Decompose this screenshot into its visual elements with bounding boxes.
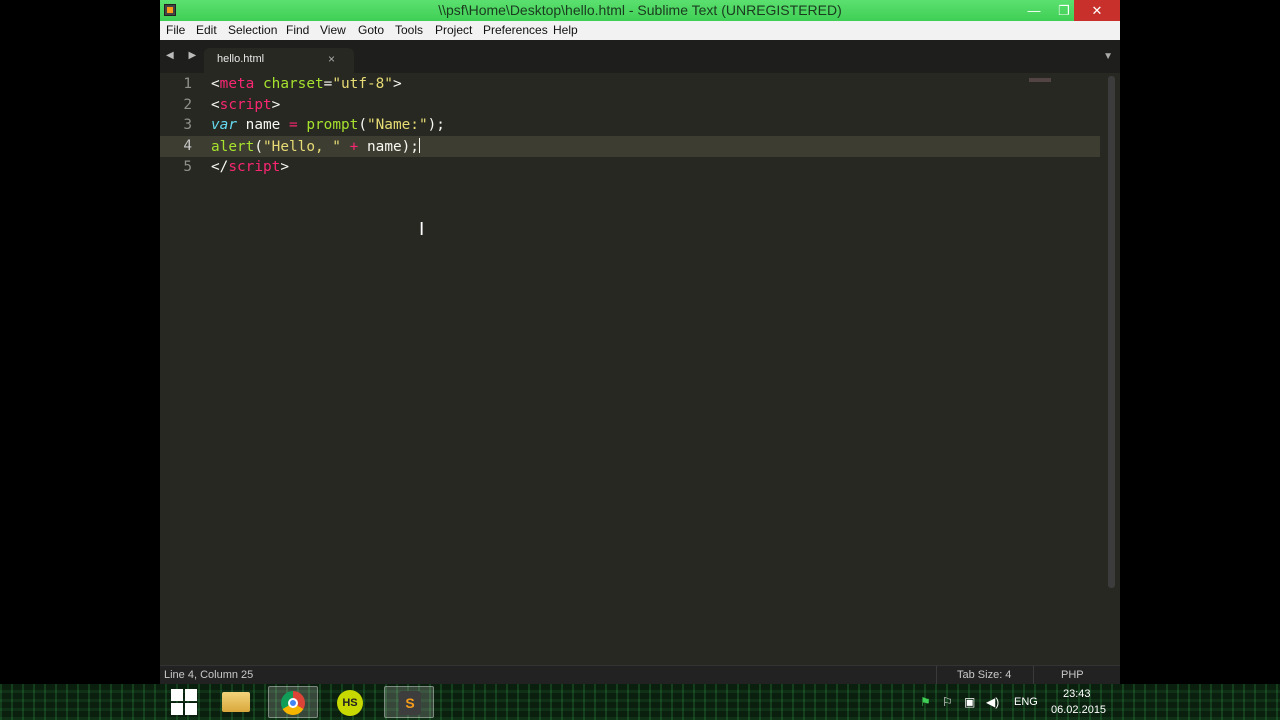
code-text: <meta charset="utf-8"> [211,76,402,92]
code-token: < [211,76,220,92]
tab-menu-arrow-icon[interactable]: ▼ [1103,51,1113,62]
sublime-window: \\psf\Home\Desktop\hello.html - Sublime … [160,0,1120,684]
code-token: < [211,96,220,113]
code-token: > [392,76,402,92]
line-number: 5 [183,158,192,175]
menu-file[interactable]: File [166,23,185,37]
code-token: script [228,158,281,175]
menu-find[interactable]: Find [286,23,309,37]
windows-start-icon[interactable] [170,688,198,716]
menu-project[interactable]: Project [435,23,472,37]
code-token: script [219,96,272,113]
line-highlight [160,95,1100,116]
menu-help[interactable]: Help [553,23,578,37]
code-token: prompt [306,117,359,134]
line-number: 4 [183,138,192,155]
line-number: 3 [183,117,192,134]
code-text: </script> [211,159,289,175]
tab-close-icon[interactable]: × [328,52,335,66]
line-number: 1 [183,76,192,92]
code-token: charset [263,76,324,92]
code-text: <script> [211,97,280,113]
code-line[interactable]: 1 <meta charset="utf-8"> [160,74,1100,95]
code-token: "Hello, " [263,139,341,156]
taskbar-file-explorer[interactable] [211,686,261,718]
chrome-icon [281,691,305,715]
menu-preferences[interactable]: Preferences [483,23,548,37]
ibeam-cursor-icon: I [419,219,425,240]
sublime-text-icon: S [399,691,421,715]
code-line[interactable]: 4 alert("Hello, " + name); [160,136,1100,158]
vertical-scrollbar[interactable] [1108,76,1115,588]
code-line[interactable]: 3 var name = prompt("Name:"); [160,115,1100,136]
code-token: > [271,96,281,113]
clock-time[interactable]: 23:43 [1063,688,1091,700]
code-token: </ [211,158,229,175]
tab-label: hello.html [217,53,265,65]
network-icon[interactable]: ▣ [964,695,975,709]
code-line[interactable]: 5 </script> [160,157,1100,178]
code-editor[interactable]: 1 <meta charset="utf-8"> 2 <script> 3 var nam… [160,73,1120,665]
window-title: \\psf\Home\Desktop\hello.html - Sublime … [438,2,842,18]
line-number: 2 [183,96,192,113]
taskbar-sublime-text[interactable]: S [384,686,434,718]
code-token: "Name:" [366,117,428,134]
code-token: = [288,117,298,134]
tab-hello-html[interactable]: hello.html × [204,48,354,73]
status-bar: Line 4, Column 25 Tab Size: 4 PHP [160,665,1120,684]
title-bar[interactable]: \\psf\Home\Desktop\hello.html - Sublime … [160,0,1120,21]
menu-goto[interactable]: Goto [358,23,384,37]
tab-size-selector[interactable]: Tab Size: 4 [957,669,1011,681]
tab-nav-arrows-icon[interactable]: ◀ ▶ [166,50,202,61]
folder-icon [222,692,250,712]
status-divider [1033,666,1034,684]
code-text: alert("Hello, " + name); [211,138,420,155]
taskbar-chrome[interactable] [268,686,318,718]
menu-view[interactable]: View [320,23,346,37]
code-token: ( [254,139,263,156]
code-token: "utf-8" [332,76,393,92]
code-line[interactable]: 2 <script> [160,95,1100,116]
taskbar: HS S ⚑ ⚐ ▣ ◀) ENG 23:43 06.02.2015 [0,684,1280,720]
syntax-selector[interactable]: PHP [1061,669,1084,681]
cursor-position: Line 4, Column 25 [164,669,254,681]
minimap[interactable] [1029,78,1051,82]
line-highlight [160,157,1100,178]
code-text: var name = prompt("Name:"); [211,117,445,133]
menu-edit[interactable]: Edit [196,23,217,37]
language-indicator[interactable]: ENG [1014,696,1038,708]
code-token: var [211,117,237,134]
menu-tools[interactable]: Tools [395,23,423,37]
text-caret [418,138,420,154]
code-token: alert [211,139,255,156]
action-center-flag-icon[interactable]: ⚐ [942,695,953,709]
tab-bar: ◀ ▶ hello.html × ▼ [160,40,1120,73]
code-token: name [237,117,289,134]
hs-app-icon: HS [337,690,363,716]
code-token: name); [358,139,419,156]
code-token: > [280,158,289,175]
code-token: ); [427,117,445,134]
menu-bar: File Edit Selection Find View Goto Tools… [160,21,1120,41]
volume-icon[interactable]: ◀) [986,695,999,709]
flag-green-icon[interactable]: ⚑ [920,695,931,709]
taskbar-hs[interactable]: HS [325,686,375,718]
close-button[interactable]: ✕ [1074,0,1120,21]
clock-date[interactable]: 06.02.2015 [1051,704,1106,716]
menu-selection[interactable]: Selection [228,23,277,37]
minimize-button[interactable]: — [1018,0,1050,21]
code-token: meta [219,76,255,92]
code-token: ( [358,117,367,134]
status-divider [936,666,937,684]
